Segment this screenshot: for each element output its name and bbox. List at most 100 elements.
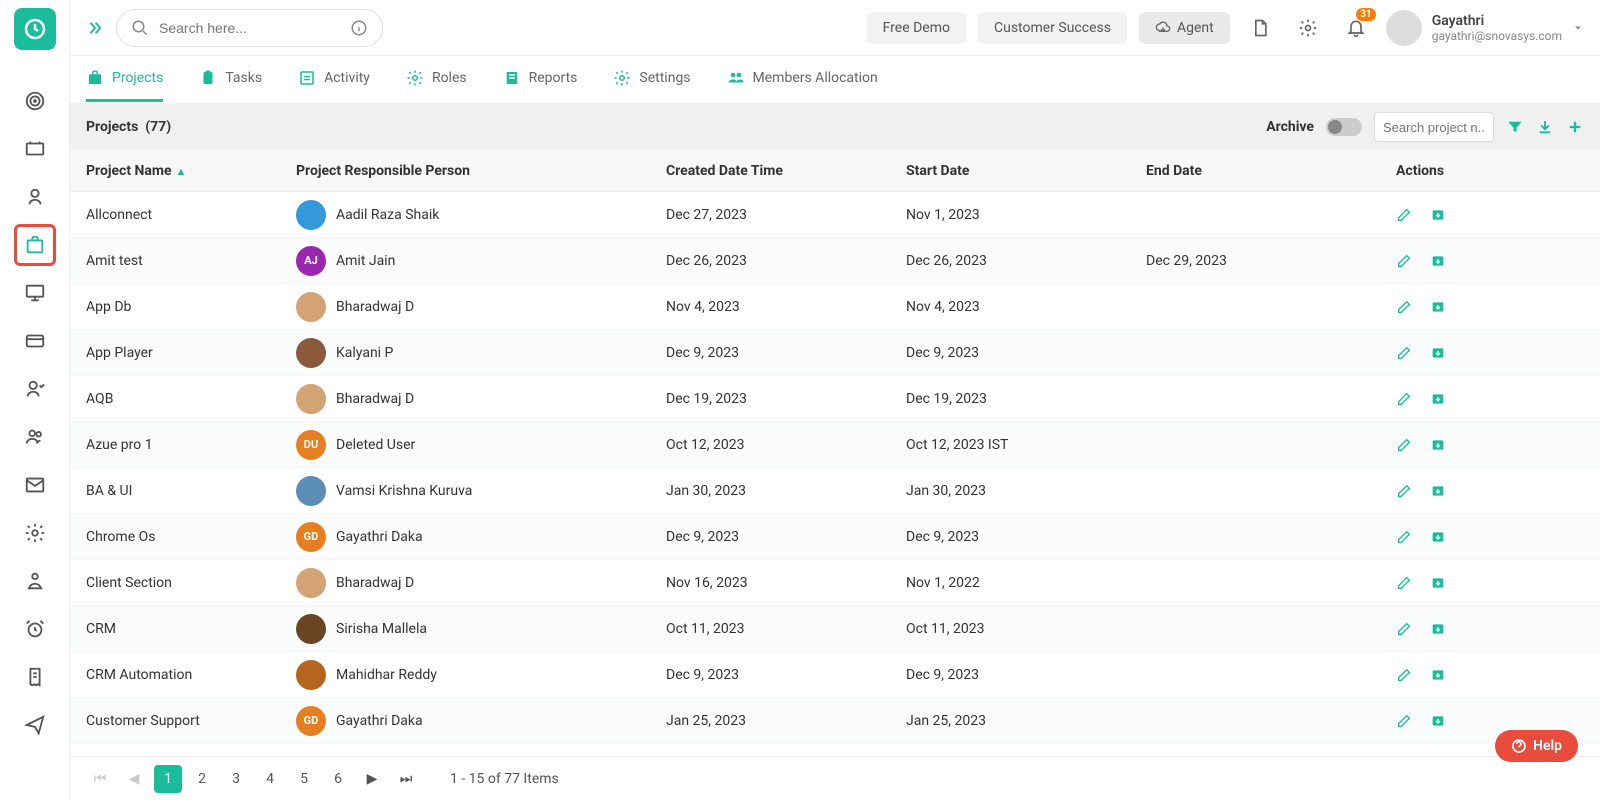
topbar: Free Demo Customer Success Agent 31 Gaya…: [70, 0, 1600, 56]
tab-settings[interactable]: Settings: [613, 57, 690, 102]
table-row[interactable]: Azue pro 1DUDeleted UserOct 12, 2023Oct …: [70, 422, 1600, 468]
archive-icon[interactable]: [1430, 483, 1446, 499]
edit-icon[interactable]: [1396, 437, 1412, 453]
page-prev[interactable]: ◀: [120, 765, 148, 793]
archive-icon[interactable]: [1430, 299, 1446, 315]
sidebar-item-alarm[interactable]: [14, 608, 56, 650]
table-row[interactable]: Client SectionBharadwaj DNov 16, 2023Nov…: [70, 560, 1600, 606]
table-row[interactable]: App PlayerKalyani PDec 9, 2023Dec 9, 202…: [70, 330, 1600, 376]
sidebar-item-mail[interactable]: [14, 464, 56, 506]
tab-tasks[interactable]: Tasks: [199, 57, 262, 102]
notifications-button[interactable]: 31: [1338, 10, 1374, 46]
sidebar-item-member[interactable]: [14, 368, 56, 410]
archive-icon[interactable]: [1430, 529, 1446, 545]
sidebar-item-team[interactable]: [14, 416, 56, 458]
global-search[interactable]: [116, 9, 383, 47]
table-row[interactable]: App DbBharadwaj DNov 4, 2023Nov 4, 2023: [70, 284, 1600, 330]
sidebar-item-send[interactable]: [14, 704, 56, 746]
archive-icon[interactable]: [1430, 713, 1446, 729]
search-input[interactable]: [159, 20, 340, 36]
cell-project-name: CRM: [86, 621, 296, 637]
document-icon-button[interactable]: [1242, 10, 1278, 46]
agent-button[interactable]: Agent: [1139, 12, 1230, 44]
sidebar-item-target[interactable]: [14, 80, 56, 122]
tab-members-allocation[interactable]: Members Allocation: [727, 57, 878, 102]
expand-sidebar-button[interactable]: [86, 19, 104, 37]
table-row[interactable]: AQBBharadwaj DDec 19, 2023Dec 19, 2023: [70, 376, 1600, 422]
col-header-start[interactable]: Start Date: [906, 163, 1146, 179]
archive-icon[interactable]: [1430, 575, 1446, 591]
page-next[interactable]: ▶: [358, 765, 386, 793]
col-header-person[interactable]: Project Responsible Person: [296, 163, 666, 179]
page-5[interactable]: 5: [290, 765, 318, 793]
settings-icon-button[interactable]: [1290, 10, 1326, 46]
sidebar-item-card[interactable]: [14, 320, 56, 362]
cell-project-name: Allconnect: [86, 207, 296, 223]
info-icon[interactable]: [350, 19, 368, 37]
tab-reports[interactable]: Reports: [503, 57, 578, 102]
col-header-name[interactable]: Project Name▲: [86, 163, 296, 179]
edit-icon[interactable]: [1396, 621, 1412, 637]
edit-icon[interactable]: [1396, 207, 1412, 223]
sidebar-item-projects[interactable]: [14, 224, 56, 266]
app-logo[interactable]: [14, 8, 56, 50]
filter-icon[interactable]: [1506, 118, 1524, 136]
sidebar-item-monitor[interactable]: [14, 128, 56, 170]
sidebar-item-desktop[interactable]: [14, 272, 56, 314]
help-button[interactable]: Help: [1495, 730, 1578, 762]
table-row[interactable]: AllconnectAadil Raza ShaikDec 27, 2023No…: [70, 192, 1600, 238]
archive-toggle[interactable]: [1326, 118, 1362, 136]
user-menu[interactable]: Gayathri gayathri@snovasys.com: [1386, 10, 1584, 46]
page-last[interactable]: ⏭: [392, 765, 420, 793]
page-3[interactable]: 3: [222, 765, 250, 793]
sidebar-item-profile[interactable]: [14, 560, 56, 602]
edit-icon[interactable]: [1396, 253, 1412, 269]
edit-icon[interactable]: [1396, 483, 1412, 499]
tab-icon: [727, 69, 745, 87]
table-row[interactable]: Chrome OsGDGayathri DakaDec 9, 2023Dec 9…: [70, 514, 1600, 560]
cell-actions: [1396, 713, 1584, 729]
table-row[interactable]: CRM AutomationMahidhar ReddyDec 9, 2023D…: [70, 652, 1600, 698]
edit-icon[interactable]: [1396, 345, 1412, 361]
sidebar-item-invoice[interactable]: [14, 656, 56, 698]
add-icon[interactable]: [1566, 118, 1584, 136]
cell-actions: [1396, 667, 1584, 683]
archive-icon[interactable]: [1430, 621, 1446, 637]
sidebar-item-user[interactable]: [14, 176, 56, 218]
page-4[interactable]: 4: [256, 765, 284, 793]
page-first[interactable]: ⏮: [86, 765, 114, 793]
col-header-end[interactable]: End Date: [1146, 163, 1396, 179]
page-1[interactable]: 1: [154, 765, 182, 793]
download-icon[interactable]: [1536, 118, 1554, 136]
edit-icon[interactable]: [1396, 529, 1412, 545]
edit-icon[interactable]: [1396, 299, 1412, 315]
archive-icon[interactable]: [1430, 253, 1446, 269]
tab-icon: [199, 69, 217, 87]
table-row[interactable]: BA & UIVamsi Krishna KuruvaJan 30, 2023J…: [70, 468, 1600, 514]
free-demo-button[interactable]: Free Demo: [867, 12, 966, 44]
archive-icon[interactable]: [1430, 345, 1446, 361]
sidebar-item-settings[interactable]: [14, 512, 56, 554]
table-row[interactable]: Amit testAJAmit JainDec 26, 2023Dec 26, …: [70, 238, 1600, 284]
edit-icon[interactable]: [1396, 713, 1412, 729]
cell-actions: [1396, 345, 1584, 361]
page-6[interactable]: 6: [324, 765, 352, 793]
page-2[interactable]: 2: [188, 765, 216, 793]
edit-icon[interactable]: [1396, 667, 1412, 683]
edit-icon[interactable]: [1396, 391, 1412, 407]
edit-icon[interactable]: [1396, 575, 1412, 591]
archive-icon[interactable]: [1430, 207, 1446, 223]
tab-roles[interactable]: Roles: [406, 57, 467, 102]
col-header-created[interactable]: Created Date Time: [666, 163, 906, 179]
cell-start: Dec 9, 2023: [906, 667, 1146, 683]
project-search-input[interactable]: [1374, 112, 1494, 142]
tab-activity[interactable]: Activity: [298, 57, 370, 102]
archive-icon[interactable]: [1430, 391, 1446, 407]
archive-icon[interactable]: [1430, 437, 1446, 453]
customer-success-button[interactable]: Customer Success: [978, 12, 1127, 44]
table-row[interactable]: CRMSirisha MallelaOct 11, 2023Oct 11, 20…: [70, 606, 1600, 652]
archive-label: Archive: [1266, 119, 1314, 135]
tab-projects[interactable]: Projects: [86, 57, 163, 102]
archive-icon[interactable]: [1430, 667, 1446, 683]
table-row[interactable]: Customer SupportGDGayathri DakaJan 25, 2…: [70, 698, 1600, 744]
